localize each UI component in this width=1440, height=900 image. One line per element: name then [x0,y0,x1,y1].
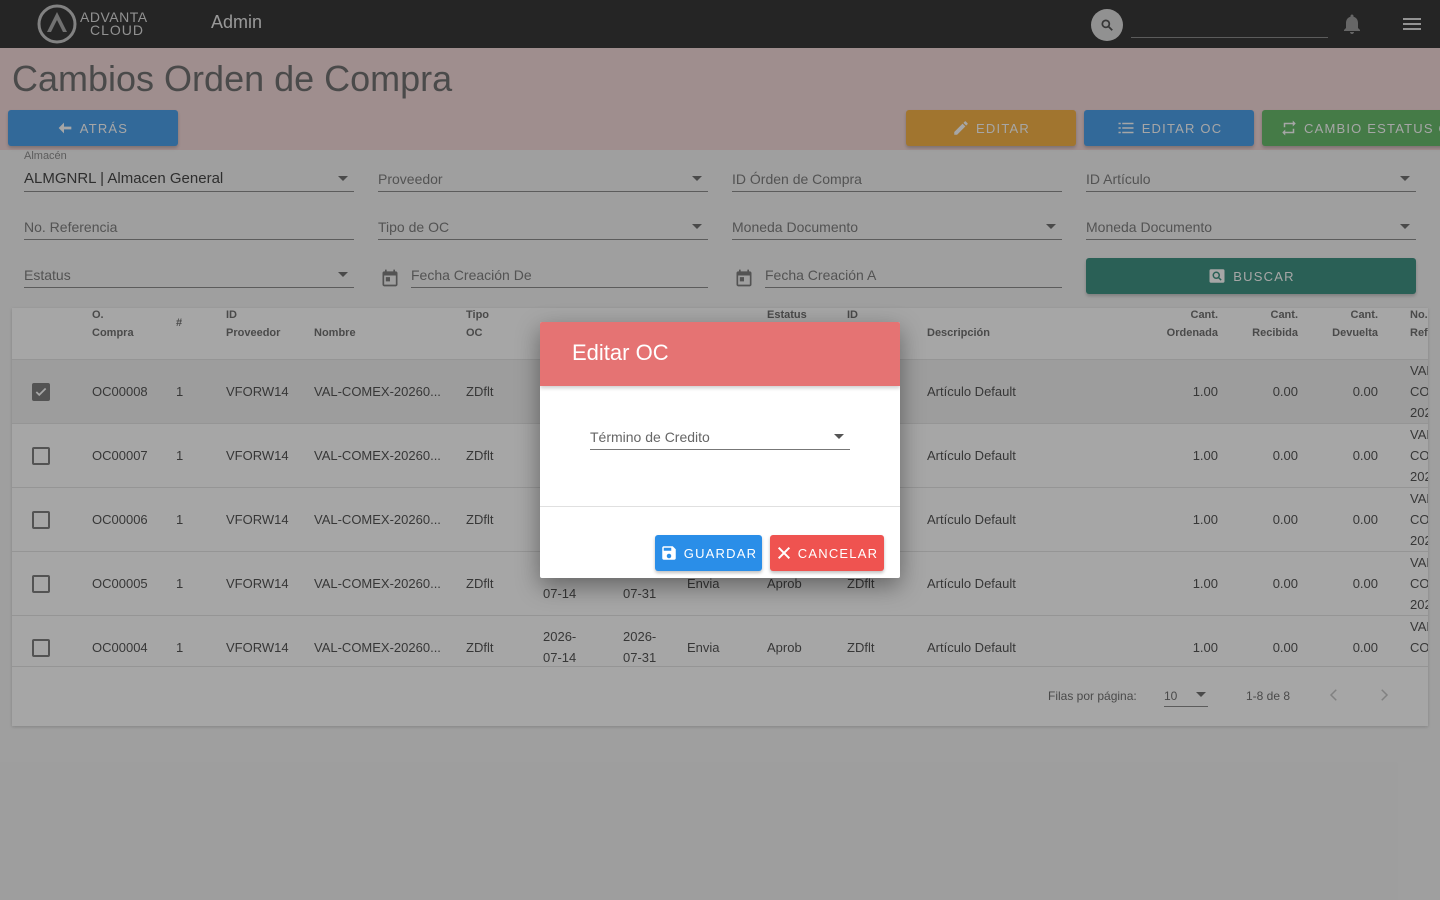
dropdown-caret-icon [834,434,844,439]
dialog-divider [540,506,900,507]
save-button[interactable]: GUARDAR [655,535,762,571]
termino-credito-select[interactable]: Término de Credito [590,416,850,450]
close-icon [777,546,790,560]
cancel-button-label: CANCELAR [797,545,879,561]
save-icon [662,546,676,560]
cancel-button[interactable]: CANCELAR [770,535,884,571]
termino-credito-placeholder: Término de Credito [590,429,710,445]
dialog-title: Editar OC [572,340,669,365]
edit-oc-dialog: Editar OC Término de Credito GUARDAR CAN… [540,322,900,578]
dialog-header: Editar OC [540,322,900,386]
save-button-label: GUARDAR [683,545,758,561]
